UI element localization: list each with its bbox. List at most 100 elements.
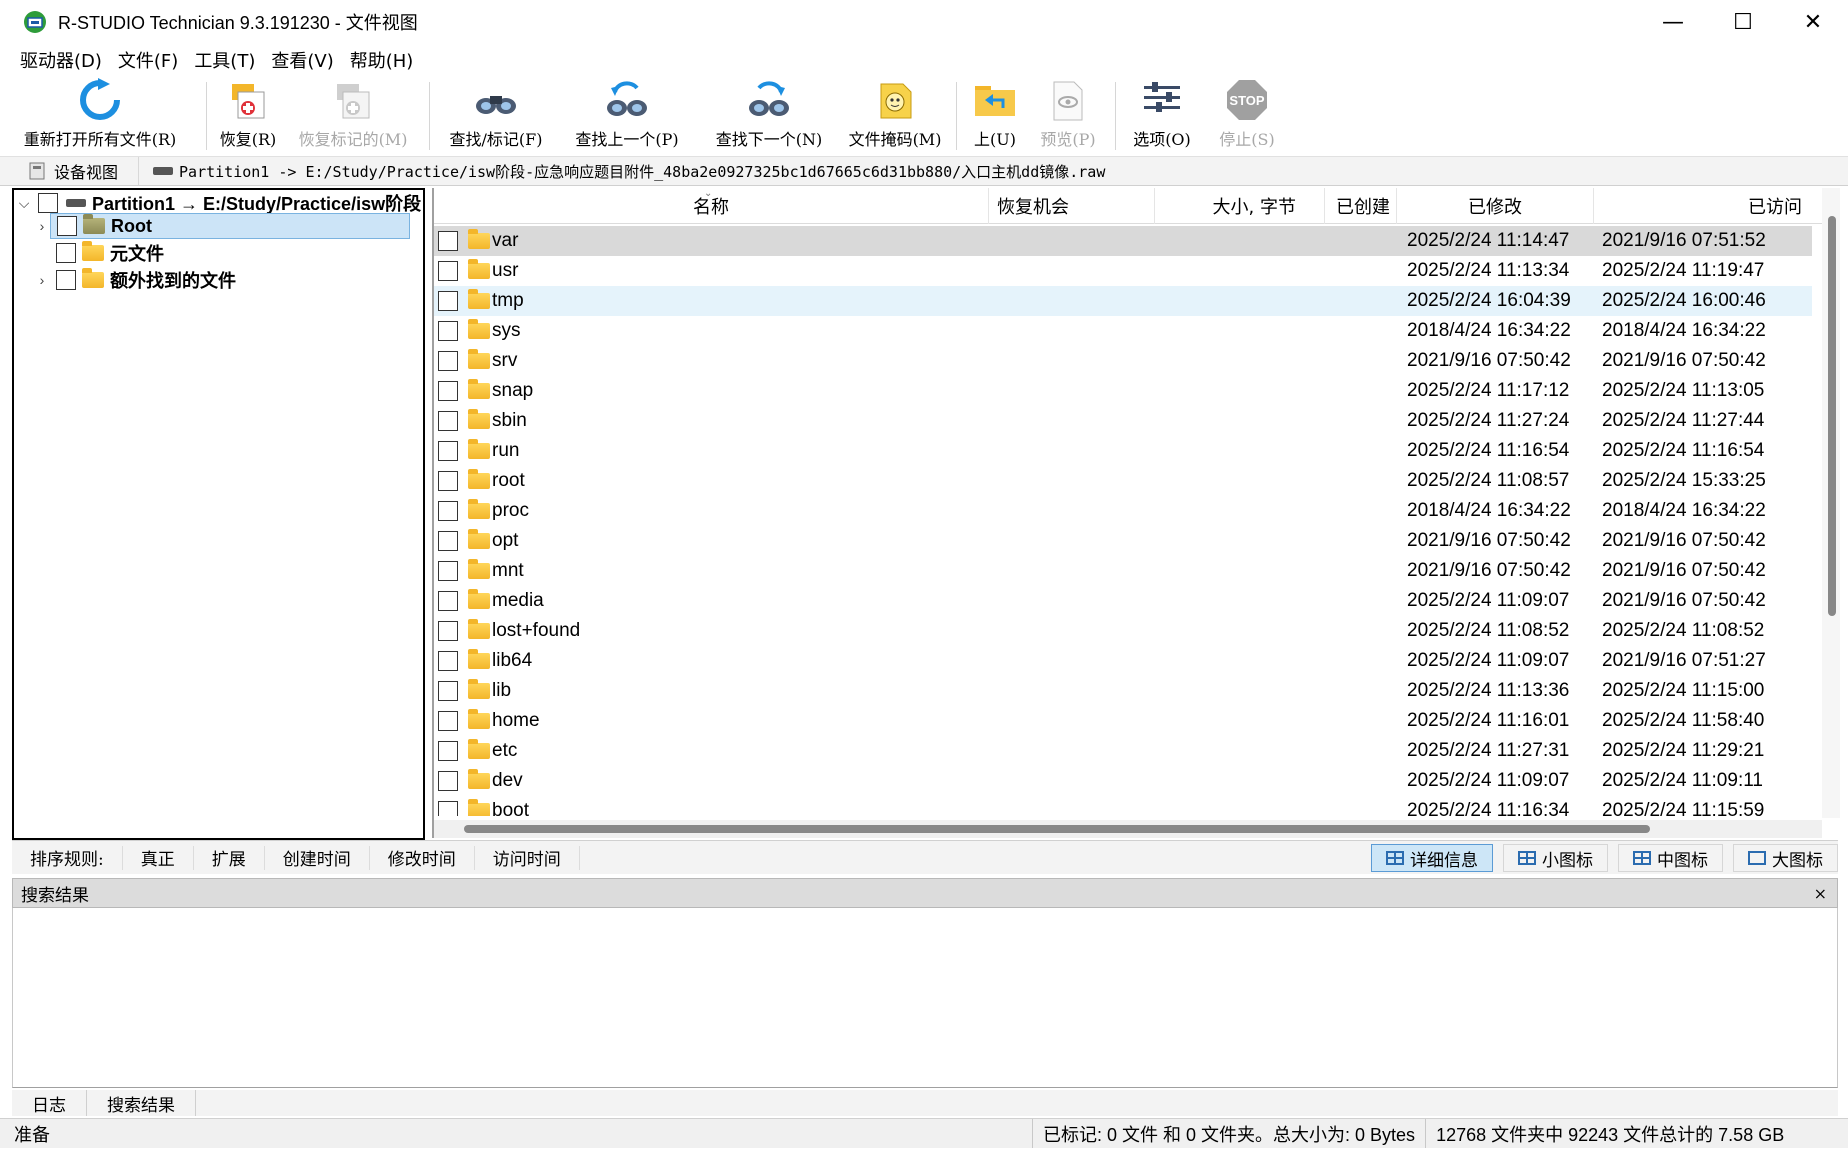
column-recovery[interactable]: 恢复机会	[989, 188, 1155, 224]
stop-icon: STOP	[1223, 78, 1271, 122]
column-name[interactable]: ⌄ 名称	[434, 188, 989, 224]
checkbox[interactable]	[57, 216, 77, 236]
recover-button[interactable]: 恢复(R)	[213, 78, 283, 154]
maximize-button[interactable]: ☐	[1708, 0, 1778, 44]
table-row[interactable]: home 2025/2/24 11:16:01 2025/2/24 11:58:40	[434, 706, 1812, 736]
menu-drive[interactable]: 驱动器(D)	[20, 47, 102, 73]
table-row[interactable]: usr 2025/2/24 11:13:34 2025/2/24 11:19:47	[434, 256, 1812, 286]
file-list: ⌄ 名称 恢复机会 大小, 字节 已创建 已修改 已访问 var 2025/2/2…	[432, 188, 1840, 838]
table-row[interactable]: root 2025/2/24 11:08:57 2025/2/24 15:33:25	[434, 466, 1812, 496]
reopen-all-button[interactable]: 重新打开所有文件(R)	[0, 78, 200, 154]
search-results-title: 搜索结果	[21, 885, 89, 906]
view-large-icons-button[interactable]: 大图标	[1733, 844, 1838, 872]
column-modified[interactable]: 已修改	[1397, 188, 1594, 224]
checkbox[interactable]	[438, 471, 458, 491]
checkbox[interactable]	[438, 711, 458, 731]
device-view-tab[interactable]: 设备视图	[0, 157, 140, 185]
table-row[interactable]: proc 2018/4/24 16:34:22 2018/4/24 16:34:22	[434, 496, 1812, 526]
close-button[interactable]: ✕	[1778, 0, 1848, 44]
minimize-button[interactable]: —	[1638, 0, 1708, 44]
table-row[interactable]: sys 2018/4/24 16:34:22 2018/4/24 16:34:22	[434, 316, 1812, 346]
table-row[interactable]: var 2025/2/24 11:14:47 2021/9/16 07:51:52	[434, 226, 1812, 256]
chevron-right-icon[interactable]: ›	[34, 218, 50, 234]
chevron-down-icon[interactable]: ⌵	[16, 195, 32, 212]
tree-item-root[interactable]: › Root	[34, 213, 410, 239]
sort-real[interactable]: 真正	[123, 845, 194, 870]
app-icon	[22, 9, 48, 35]
table-row[interactable]: media 2025/2/24 11:09:07 2021/9/16 07:50:4…	[434, 586, 1812, 616]
column-created[interactable]: 已创建	[1325, 188, 1397, 224]
preview-button[interactable]: 预览(P)	[1027, 78, 1109, 154]
checkbox[interactable]	[56, 270, 76, 290]
sort-extension[interactable]: 扩展	[194, 845, 265, 870]
tab-search-results[interactable]: 搜索结果	[87, 1090, 196, 1116]
preview-icon	[1044, 78, 1092, 122]
table-row[interactable]: lib64 2025/2/24 11:09:07 2021/9/16 07:51:2…	[434, 646, 1812, 676]
menu-help[interactable]: 帮助(H)	[350, 47, 414, 73]
menu-file[interactable]: 文件(F)	[118, 47, 178, 73]
table-row[interactable]: etc 2025/2/24 11:27:31 2025/2/24 11:29:21	[434, 736, 1812, 766]
checkbox[interactable]	[438, 591, 458, 611]
find-mark-button[interactable]: 查找/标记(F)	[436, 78, 556, 154]
column-size[interactable]: 大小, 字节	[1155, 188, 1325, 224]
vertical-scrollbar[interactable]	[1822, 188, 1840, 818]
menu-bar: 驱动器(D) 文件(F) 工具(T) 查看(V) 帮助(H)	[0, 44, 1848, 76]
checkbox[interactable]	[56, 243, 76, 263]
scrollbar-thumb[interactable]	[1828, 216, 1836, 616]
drive-icon	[153, 167, 174, 175]
table-row[interactable]: run 2025/2/24 11:16:54 2025/2/24 11:16:54	[434, 436, 1812, 466]
chevron-right-icon[interactable]: ›	[34, 272, 50, 288]
checkbox[interactable]	[438, 321, 458, 341]
medium-icons-view-icon	[1633, 851, 1651, 865]
checkbox[interactable]	[438, 741, 458, 761]
table-row[interactable]: mnt 2021/9/16 07:50:42 2021/9/16 07:50:42	[434, 556, 1812, 586]
horizontal-scrollbar[interactable]	[434, 820, 1822, 838]
checkbox[interactable]	[438, 621, 458, 641]
stop-button[interactable]: STOP 停止(S)	[1202, 78, 1292, 154]
checkbox[interactable]	[438, 381, 458, 401]
file-mask-button[interactable]: 文件掩码(M)	[840, 78, 950, 154]
checkbox[interactable]	[438, 681, 458, 701]
checkbox[interactable]	[438, 231, 458, 251]
menu-view[interactable]: 查看(V)	[271, 47, 333, 73]
menu-tools[interactable]: 工具(T)	[194, 47, 255, 73]
table-row[interactable]: tmp 2025/2/24 16:04:39 2025/2/24 16:00:46	[434, 286, 1812, 316]
tree-item-metafiles[interactable]: 元文件	[34, 240, 164, 266]
table-row[interactable]: lost+found 2025/2/24 11:08:52 2025/2/24 11…	[434, 616, 1812, 646]
table-row[interactable]: snap 2025/2/24 11:17:12 2025/2/24 11:13:05	[434, 376, 1812, 406]
checkbox[interactable]	[38, 193, 58, 213]
checkbox[interactable]	[438, 411, 458, 431]
view-details-button[interactable]: 详细信息	[1371, 844, 1493, 872]
table-row[interactable]: boot 2025/2/24 11:16:34 2025/2/24 11:15:59	[434, 796, 1812, 816]
checkbox[interactable]	[438, 291, 458, 311]
checkbox[interactable]	[438, 531, 458, 551]
checkbox[interactable]	[438, 561, 458, 581]
tab-log[interactable]: 日志	[12, 1090, 87, 1116]
sort-accessed[interactable]: 访问时间	[475, 845, 580, 870]
find-previous-button[interactable]: 查找上一个(P)	[556, 78, 698, 154]
checkbox[interactable]	[438, 261, 458, 281]
checkbox[interactable]	[438, 501, 458, 521]
recover-marked-button[interactable]: 恢复标记的(M)	[283, 78, 423, 154]
checkbox[interactable]	[438, 801, 458, 816]
view-small-icons-button[interactable]: 小图标	[1503, 844, 1608, 872]
checkbox[interactable]	[438, 351, 458, 371]
tree-item-extra-found[interactable]: › 额外找到的文件	[34, 267, 236, 293]
table-row[interactable]: sbin 2025/2/24 11:27:24 2025/2/24 11:27:44	[434, 406, 1812, 436]
checkbox[interactable]	[438, 771, 458, 791]
table-row[interactable]: dev 2025/2/24 11:09:07 2025/2/24 11:09:11	[434, 766, 1812, 796]
column-accessed[interactable]: 已访问	[1594, 188, 1806, 224]
table-row[interactable]: srv 2021/9/16 07:50:42 2021/9/16 07:50:42	[434, 346, 1812, 376]
checkbox[interactable]	[438, 651, 458, 671]
find-next-button[interactable]: 查找下一个(N)	[698, 78, 840, 154]
view-medium-icons-button[interactable]: 中图标	[1618, 844, 1723, 872]
sort-created[interactable]: 创建时间	[265, 845, 370, 870]
table-row[interactable]: opt 2021/9/16 07:50:42 2021/9/16 07:50:42	[434, 526, 1812, 556]
table-row[interactable]: lib 2025/2/24 11:13:36 2025/2/24 11:15:00	[434, 676, 1812, 706]
checkbox[interactable]	[438, 441, 458, 461]
sort-modified[interactable]: 修改时间	[370, 845, 475, 870]
scrollbar-thumb[interactable]	[464, 825, 1650, 833]
up-button[interactable]: 上(U)	[963, 78, 1027, 154]
close-icon[interactable]: ×	[1814, 884, 1827, 903]
options-button[interactable]: 选项(O)	[1122, 78, 1202, 154]
